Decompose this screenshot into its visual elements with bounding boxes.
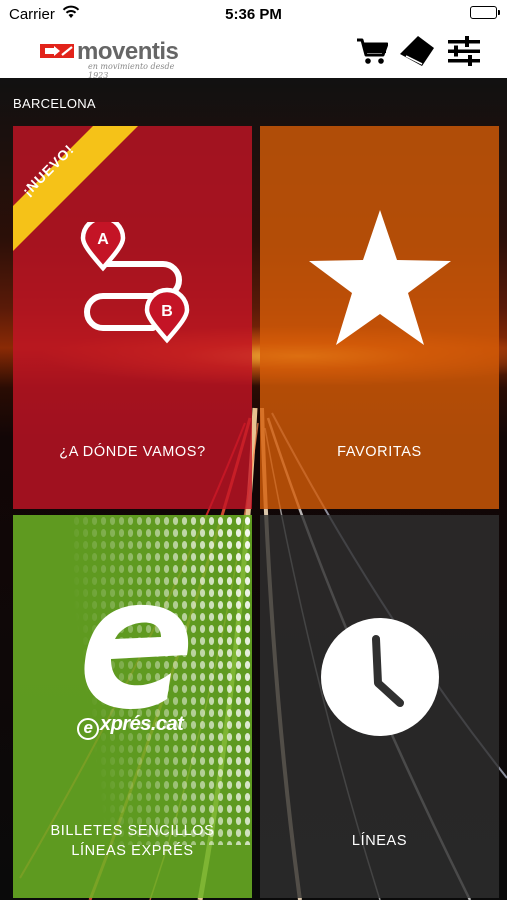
ticket-icon [398,34,436,73]
express-brand-logo: e xprés.cat [77,713,184,740]
favorites-label: FAVORITAS [337,444,422,460]
express-tickets-label: BILLETES SENCILLOS LÍNEAS EXPRÉS [13,821,252,861]
express-brand-initial: e [77,718,99,740]
clock-icon [321,618,439,736]
express-e-logo-icon [84,604,189,709]
lines-label: LÍNEAS [351,833,408,849]
route-a-b-icon: A B [80,222,190,344]
pin-b-label: B [161,303,173,320]
clock-time: 5:36 PM [225,6,282,23]
star-icon [309,210,451,345]
express-tickets-tile[interactable]: e xprés.cat BILLETES SENCILLOS LÍNEAS EXP… [13,515,252,898]
settings-sliders-icon [447,35,481,72]
moventis-mark-icon [40,44,74,63]
home-content: BARCELONA ¡NUEVO! A B ¿A DÓNDE VAMOS? FA… [0,78,507,900]
new-badge-label: ¡NUEVO! [19,140,78,200]
cart-button[interactable] [354,36,390,70]
express-label-line1: BILLETES SENCILLOS [50,823,215,839]
tickets-button[interactable] [398,34,436,73]
battery-icon [470,6,500,19]
express-brand-text: xprés.cat [100,713,184,735]
express-label-line2: LÍNEAS EXPRÉS [71,843,194,859]
pin-a-label: A [97,231,109,248]
route-planner-label: ¿A DÓNDE VAMOS? [59,444,206,460]
moventis-logo: moventis en movimiento desde 1923 [40,38,180,80]
route-planner-tile[interactable]: ¡NUEVO! A B ¿A DÓNDE VAMOS? [13,126,252,509]
lines-tile[interactable]: LÍNEAS [260,515,499,898]
region-title: BARCELONA [13,96,96,111]
app-header: moventis en movimiento desde 1923 [0,28,507,80]
cart-icon [356,37,389,70]
favorites-tile[interactable]: FAVORITAS [260,126,499,509]
settings-button[interactable] [446,35,482,72]
status-bar: Carrier 5:36 PM [0,0,507,28]
